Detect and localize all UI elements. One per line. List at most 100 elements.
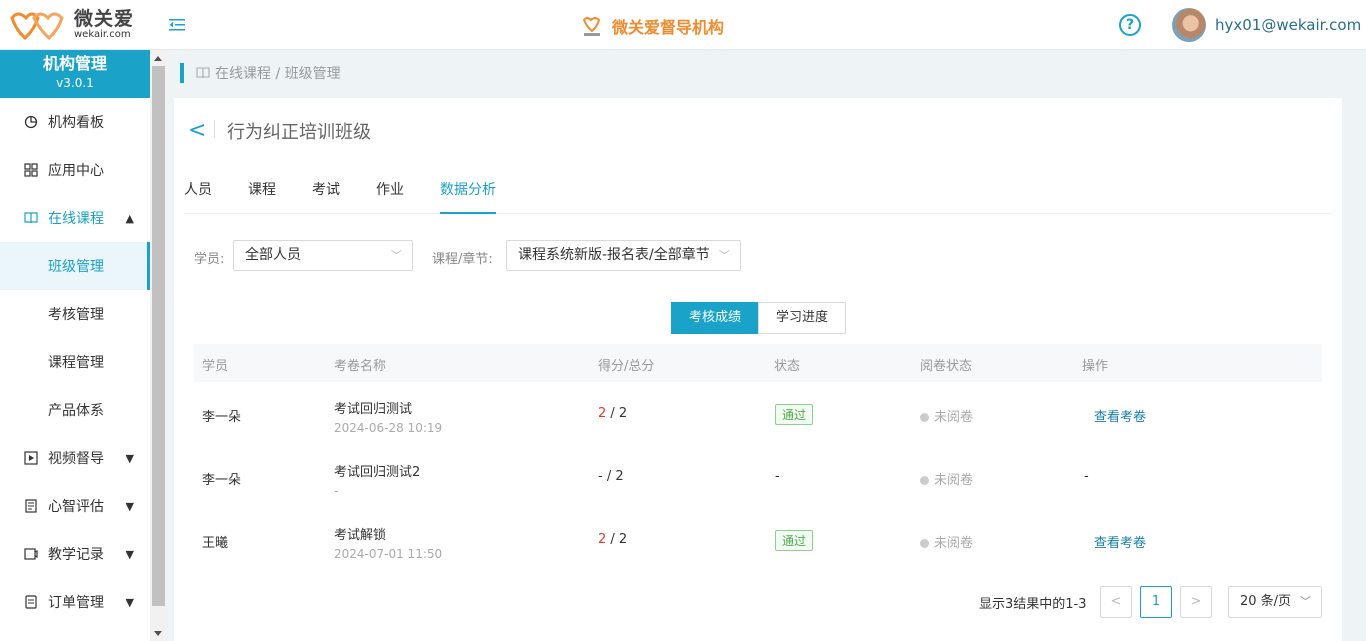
student-select[interactable]: 全部人员 ﹀ xyxy=(233,240,413,271)
tab-homework[interactable]: 作业 xyxy=(376,180,404,214)
chevron-down-icon: ▼ xyxy=(125,500,134,513)
student-name: 李一朵 xyxy=(202,473,242,488)
breadcrumb-text[interactable]: 在线课程 / 班级管理 xyxy=(215,63,341,83)
status-badge: 通过 xyxy=(775,530,814,551)
sidebar-item-course-management[interactable]: 课程管理 xyxy=(0,338,150,386)
course-select-value: 课程系统新版-报名表/全部章节 xyxy=(518,247,710,263)
logo-title: 微关爱 xyxy=(74,8,135,30)
status-dot-icon xyxy=(920,476,929,485)
status-badge-label: 通过 xyxy=(775,404,814,425)
logo-domain: wekair.com xyxy=(74,29,131,40)
table-row: 李一朵 考试回归测试 2024-06-28 10:19 2 / 2 通过 未阅卷… xyxy=(194,384,1322,447)
score-cell: - / 2 xyxy=(598,469,624,484)
status-badge-label: 通过 xyxy=(775,530,814,551)
action-empty: - xyxy=(1084,469,1089,484)
sidebar-item-online-courses[interactable]: 在线课程 ▲ xyxy=(0,194,150,242)
main-card: < 行为纠正培训班级 人员 课程 考试 作业 数据分析 学员: 全部人员 ﹀ 课… xyxy=(174,98,1342,641)
sidebar-item-label: 心智评估 xyxy=(48,499,104,515)
column-header-paper: 考卷名称 xyxy=(334,359,387,374)
chevron-down-icon: ▼ xyxy=(125,452,134,465)
scroll-down-icon[interactable] xyxy=(154,631,162,636)
sidebar-item-label: 课程管理 xyxy=(48,355,104,371)
view-paper-link[interactable]: 查看考卷 xyxy=(1094,406,1146,425)
chevron-up-icon: ▲ xyxy=(125,212,134,225)
sidebar-item-label: 班级管理 xyxy=(48,259,104,275)
title-divider xyxy=(214,120,215,138)
score-cell: 2 / 2 xyxy=(598,532,627,547)
paper-name: 考试回归测试2 xyxy=(334,465,421,480)
chevron-down-icon: ﹀ xyxy=(1300,595,1311,608)
student-select-value: 全部人员 xyxy=(245,247,301,263)
sidebar-item-teaching-records[interactable]: 教学记录 ▼ xyxy=(0,530,150,578)
prev-page-button[interactable]: < xyxy=(1100,586,1132,618)
view-paper-link[interactable]: 查看考卷 xyxy=(1094,532,1146,551)
column-header-score: 得分/总分 xyxy=(598,359,655,374)
sidebar: 机构管理 v3.0.1 机构看板 应用中心 在线课程 ▲ 班级管理 考核管理 课… xyxy=(0,50,150,641)
next-page-button[interactable]: > xyxy=(1180,586,1212,618)
sidebar-item-label: 考核管理 xyxy=(48,307,104,323)
review-status-label: 未阅卷 xyxy=(934,536,974,551)
menu-collapse-icon[interactable] xyxy=(168,17,186,33)
sidebar-item-label: 应用中心 xyxy=(48,163,104,179)
status-badge: 通过 xyxy=(775,404,814,425)
sidebar-item-class-management[interactable]: 班级管理 xyxy=(0,242,150,290)
column-header-status: 状态 xyxy=(774,359,801,374)
page-1-button[interactable]: 1 xyxy=(1140,586,1172,618)
assessment-icon xyxy=(25,499,37,513)
review-status: 未阅卷 xyxy=(920,469,973,488)
segment-study-progress[interactable]: 学习进度 xyxy=(758,302,846,334)
score-total: / 2 xyxy=(606,406,628,421)
breadcrumb: 在线课程 / 班级管理 xyxy=(180,63,341,83)
score-total: / 2 xyxy=(602,469,624,484)
scrollbar-thumb[interactable] xyxy=(152,66,165,606)
tab-members[interactable]: 人员 xyxy=(184,180,212,214)
sidebar-version: v3.0.1 xyxy=(56,76,94,90)
review-status: 未阅卷 xyxy=(920,406,973,425)
submit-time: 2024-07-01 11:50 xyxy=(334,547,443,561)
submit-time: 2024-06-28 10:19 xyxy=(334,421,443,435)
sidebar-item-orders[interactable]: 订单管理 ▼ xyxy=(0,578,150,626)
sidebar-header: 机构管理 v3.0.1 xyxy=(0,50,150,98)
status-dot-icon xyxy=(920,413,929,422)
course-select[interactable]: 课程系统新版-报名表/全部章节 ﹀ xyxy=(506,240,741,271)
sidebar-item-apps[interactable]: 应用中心 xyxy=(0,146,150,194)
page-size-value: 20 条/页 xyxy=(1240,594,1292,609)
sidebar-item-label: 产品体系 xyxy=(48,403,104,419)
logo-heart-icon xyxy=(10,12,64,41)
sidebar-scrollbar[interactable] xyxy=(150,50,167,641)
table-row: 李一朵 考试回归测试2 - - / 2 - 未阅卷 - xyxy=(194,447,1322,510)
sidebar-title: 机构管理 xyxy=(42,54,107,73)
score-total: / 2 xyxy=(606,532,628,547)
logo[interactable]: 微关爱 wekair.com xyxy=(8,8,134,42)
scroll-up-icon[interactable] xyxy=(154,56,162,61)
segment-exam-scores[interactable]: 考核成绩 xyxy=(671,302,759,334)
sidebar-item-exam-management[interactable]: 考核管理 xyxy=(0,290,150,338)
tab-exams[interactable]: 考试 xyxy=(312,180,340,214)
sidebar-item-video-supervision[interactable]: 视频督导 ▼ xyxy=(0,434,150,482)
page-title: 行为纠正培训班级 xyxy=(227,122,371,143)
paper-name: 考试回归测试 xyxy=(334,402,413,417)
back-icon[interactable]: < xyxy=(188,118,206,143)
help-icon[interactable]: ? xyxy=(1119,14,1141,36)
sidebar-item-assessment[interactable]: 心智评估 ▼ xyxy=(0,482,150,530)
brand-title: 微关爱督导机构 xyxy=(612,18,725,37)
sidebar-item-label: 机构看板 xyxy=(48,115,104,131)
sidebar-item-dashboard[interactable]: 机构看板 xyxy=(0,98,150,146)
paper-cell: 考试回归测试 2024-06-28 10:19 xyxy=(334,398,442,435)
user-email[interactable]: hyx01@wekair.com xyxy=(1215,16,1361,34)
tab-courses[interactable]: 课程 xyxy=(248,180,276,214)
sidebar-item-label: 视频督导 xyxy=(48,451,104,467)
student-name: 李一朵 xyxy=(202,410,242,425)
book-icon xyxy=(196,67,210,79)
brand-center: 微关爱督导机构 xyxy=(582,14,724,38)
review-status-label: 未阅卷 xyxy=(934,473,974,488)
sidebar-item-label: 订单管理 xyxy=(48,595,104,611)
sidebar-item-label: 在线课程 xyxy=(48,211,104,227)
tab-data-analysis[interactable]: 数据分析 xyxy=(440,180,496,214)
avatar[interactable] xyxy=(1172,8,1206,42)
sidebar-item-product-system[interactable]: 产品体系 xyxy=(0,386,150,434)
column-header-action: 操作 xyxy=(1082,359,1109,374)
record-icon xyxy=(24,548,38,560)
chevron-down-icon: ﹀ xyxy=(391,249,402,262)
page-size-select[interactable]: 20 条/页 ﹀ xyxy=(1228,586,1322,618)
